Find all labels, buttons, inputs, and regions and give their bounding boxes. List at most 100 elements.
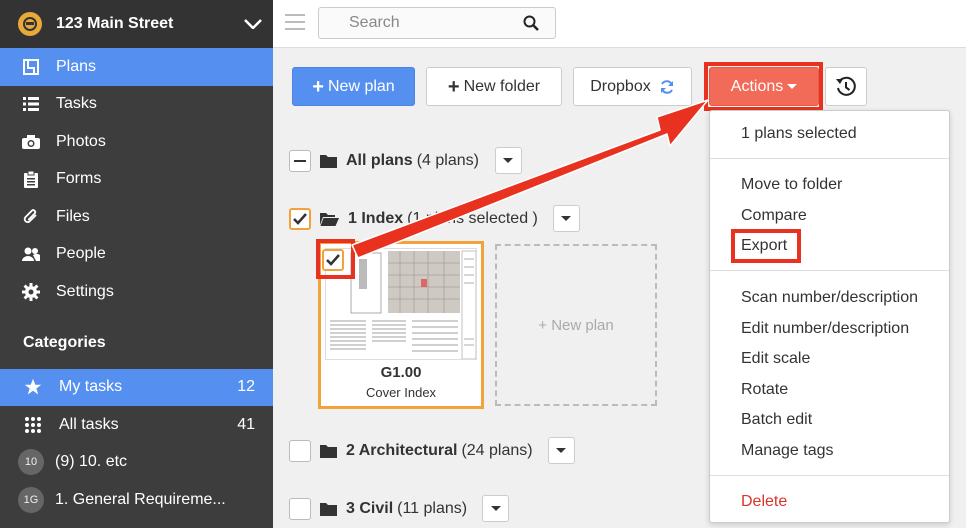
history-icon bbox=[835, 76, 857, 98]
menu-item-manage-tags[interactable]: Manage tags bbox=[741, 442, 834, 460]
nav-tasks[interactable]: Tasks bbox=[0, 86, 273, 124]
actions-dropdown-menu: 1 plans selected Move to folder Compare … bbox=[709, 110, 950, 523]
select-all-checkbox[interactable] bbox=[289, 149, 311, 172]
caret-down-icon bbox=[561, 216, 572, 221]
nav-label: Settings bbox=[56, 282, 114, 300]
nav-settings[interactable]: Settings bbox=[0, 273, 273, 311]
nav-forms[interactable]: Forms bbox=[0, 161, 273, 199]
nav-label: People bbox=[56, 245, 106, 263]
search-icon[interactable] bbox=[523, 15, 539, 36]
folder-checkbox[interactable] bbox=[289, 439, 311, 462]
plan-number: G1.00 bbox=[380, 364, 422, 381]
folder-checkbox[interactable] bbox=[289, 497, 311, 520]
category-general-requirements[interactable]: 1G 1. General Requireme... bbox=[0, 481, 273, 519]
checkmark-icon bbox=[293, 212, 307, 225]
new-plan-button[interactable]: + New plan bbox=[292, 67, 415, 106]
folder-info: (1 plans selected ) bbox=[407, 209, 538, 227]
category-badge: 10 bbox=[18, 449, 44, 476]
project-logo-icon bbox=[18, 12, 42, 36]
top-bar bbox=[273, 0, 966, 48]
paperclip-icon bbox=[22, 208, 40, 226]
nav-label: Photos bbox=[56, 132, 106, 150]
folder-name[interactable]: 2 Architectural bbox=[346, 442, 457, 460]
clipboard-icon bbox=[22, 170, 40, 188]
category-etc[interactable]: 10 (9) 10. etc bbox=[0, 444, 273, 482]
plus-icon: + bbox=[447, 75, 460, 98]
category-label: All tasks bbox=[59, 415, 119, 433]
category-label: My tasks bbox=[59, 378, 123, 396]
folder-row-architectural: 2 Architectural (24 plans) bbox=[289, 437, 575, 464]
category-all-tasks[interactable]: All tasks 41 bbox=[0, 406, 273, 444]
caret-down-icon bbox=[556, 448, 567, 453]
nav-label: Files bbox=[56, 207, 90, 225]
menu-divider bbox=[710, 158, 949, 159]
category-label: 1. General Requireme... bbox=[55, 490, 226, 508]
folder-dropdown-button[interactable] bbox=[547, 437, 575, 464]
nav-photos[interactable]: Photos bbox=[0, 123, 273, 161]
folder-checkbox[interactable] bbox=[289, 207, 311, 230]
folder-open-icon bbox=[320, 212, 339, 226]
category-label: (9) 10. etc bbox=[55, 453, 128, 471]
new-folder-label: New folder bbox=[463, 77, 541, 95]
plan-title: Cover Index bbox=[365, 385, 437, 400]
dropbox-button[interactable]: Dropbox bbox=[573, 67, 692, 106]
caret-down-icon bbox=[503, 158, 514, 163]
menu-divider bbox=[710, 270, 949, 271]
list-icon bbox=[22, 95, 40, 113]
menu-item-edit-scale[interactable]: Edit scale bbox=[741, 350, 810, 368]
people-icon bbox=[22, 245, 40, 263]
category-my-tasks[interactable]: My tasks 12 bbox=[0, 368, 273, 406]
grid-dots-icon bbox=[22, 414, 44, 436]
folder-info: (24 plans) bbox=[461, 441, 533, 459]
checkbox-highlight-box bbox=[316, 239, 355, 279]
new-plan-placeholder[interactable]: + New plan bbox=[495, 244, 657, 406]
nav-files[interactable]: Files bbox=[0, 198, 273, 236]
project-switcher[interactable]: 123 Main Street bbox=[0, 0, 273, 48]
folder-dropdown-button[interactable] bbox=[494, 147, 522, 174]
search-input[interactable] bbox=[319, 8, 509, 38]
menu-item-edit-number[interactable]: Edit number/description bbox=[741, 320, 909, 338]
plus-icon: + bbox=[312, 75, 324, 98]
category-count: 41 bbox=[237, 415, 255, 433]
camera-icon bbox=[22, 133, 40, 151]
category-count: 12 bbox=[237, 378, 255, 396]
folder-name[interactable]: All plans bbox=[346, 152, 413, 170]
nav-label: Tasks bbox=[56, 95, 97, 113]
menu-item-batch-edit[interactable]: Batch edit bbox=[741, 411, 812, 429]
nav-label: Forms bbox=[56, 170, 102, 188]
sidebar: 123 Main Street Plans Tasks Photos Forms… bbox=[0, 0, 273, 528]
folder-name[interactable]: 1 Index bbox=[348, 210, 403, 228]
folder-icon bbox=[320, 444, 337, 458]
new-folder-button[interactable]: + New folder bbox=[426, 67, 562, 106]
nav-plans[interactable]: Plans bbox=[0, 48, 273, 86]
actions-highlight-box bbox=[704, 62, 823, 111]
dropbox-label: Dropbox bbox=[590, 77, 651, 95]
folder-info: (11 plans) bbox=[397, 499, 468, 517]
gear-icon bbox=[22, 282, 40, 301]
history-button[interactable] bbox=[825, 67, 867, 106]
search-box bbox=[318, 7, 556, 39]
menu-item-move-to-folder[interactable]: Move to folder bbox=[741, 176, 842, 194]
plans-icon bbox=[22, 58, 40, 76]
menu-item-delete[interactable]: Delete bbox=[741, 493, 787, 511]
nav-people[interactable]: People bbox=[0, 236, 273, 274]
folder-dropdown-button[interactable] bbox=[552, 205, 580, 232]
category-badge: 1G bbox=[18, 486, 44, 513]
folder-row-all-plans: All plans (4 plans) bbox=[289, 147, 522, 174]
folder-icon bbox=[320, 154, 337, 168]
project-name: 123 Main Street bbox=[56, 15, 174, 32]
star-icon bbox=[22, 376, 44, 398]
chevron-down-icon[interactable] bbox=[233, 19, 273, 29]
selection-status: 1 plans selected bbox=[741, 125, 857, 142]
hamburger-menu-icon[interactable] bbox=[285, 14, 305, 30]
menu-item-scan-number[interactable]: Scan number/description bbox=[741, 289, 918, 307]
folder-name[interactable]: 3 Civil bbox=[346, 500, 393, 518]
sync-icon bbox=[659, 79, 675, 95]
categories-heading: Categories bbox=[23, 333, 106, 351]
folder-dropdown-button[interactable] bbox=[482, 495, 510, 522]
menu-item-compare[interactable]: Compare bbox=[741, 207, 807, 225]
folder-row-civil: 3 Civil (11 plans) bbox=[289, 495, 510, 522]
folder-row-index: 1 Index (1 plans selected ) bbox=[289, 205, 580, 232]
folder-info: (4 plans) bbox=[416, 151, 479, 169]
menu-item-rotate[interactable]: Rotate bbox=[741, 381, 788, 399]
